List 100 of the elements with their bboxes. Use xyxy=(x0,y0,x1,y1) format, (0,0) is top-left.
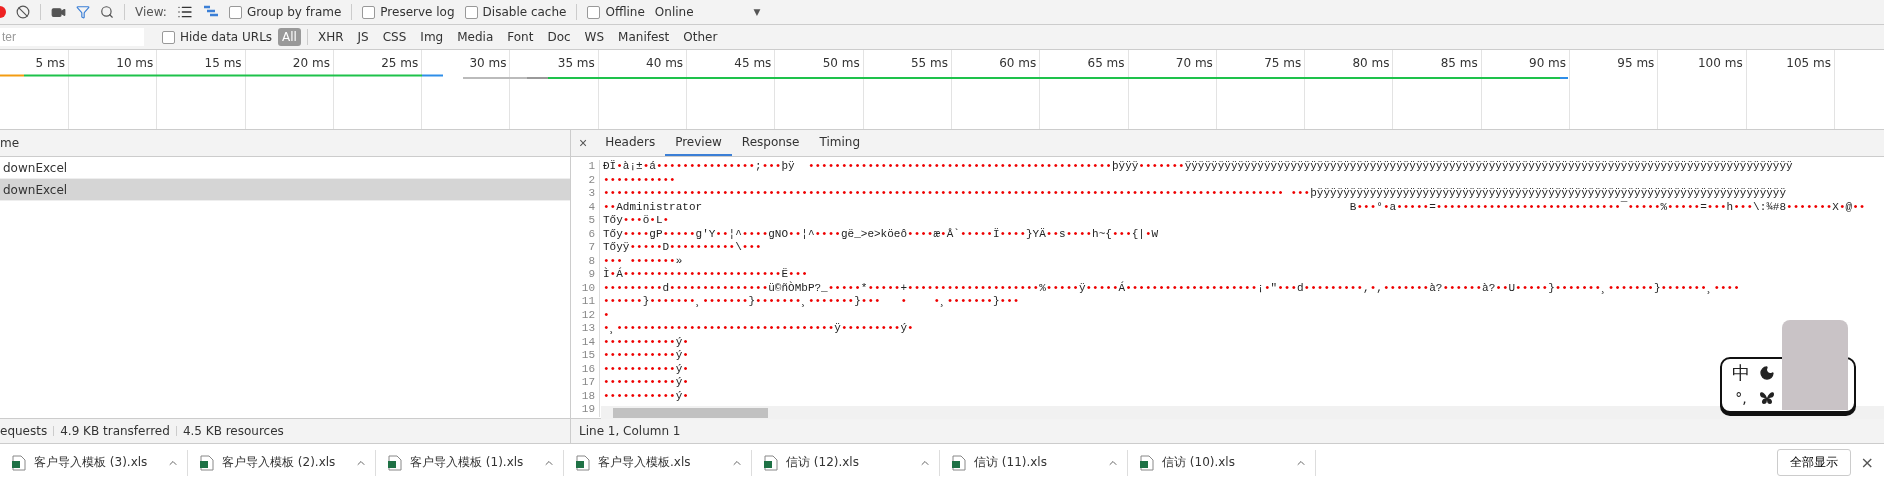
time-tick-label: 30 ms xyxy=(469,56,507,72)
dropdown-arrow[interactable]: ▼ xyxy=(753,7,761,17)
type-filter-button[interactable]: WS xyxy=(580,28,609,46)
punctuation-mode-label[interactable]: °, xyxy=(1735,390,1747,406)
type-filter-button[interactable]: Img xyxy=(416,28,448,46)
line-number: 18 xyxy=(571,389,600,403)
type-filter-button[interactable]: JS xyxy=(353,28,373,46)
line-number: 14 xyxy=(571,335,600,349)
line-number: 15 xyxy=(571,349,600,363)
download-item[interactable]: 客户导入模板 (3).xls xyxy=(0,449,188,476)
time-tick-label: 80 ms xyxy=(1352,56,1390,72)
clear-icon[interactable] xyxy=(16,5,30,19)
checkbox-label: Preserve log xyxy=(380,5,455,19)
close-button[interactable]: × xyxy=(571,135,596,151)
checkbox[interactable] xyxy=(587,5,601,19)
close-button[interactable]: × xyxy=(1850,453,1884,472)
spreadsheet-file-icon xyxy=(576,454,590,471)
code-line: Tőyÿ•••••D••••••••••\••• xyxy=(603,241,762,255)
checkbox[interactable] xyxy=(464,5,478,19)
download-item[interactable]: 客户导入模板 (2).xls xyxy=(188,449,376,476)
code-line: Ì•Á••••••••••••••••••••••••Ë••• xyxy=(603,268,808,281)
filter-icon[interactable] xyxy=(76,5,90,19)
checkbox-label: Hide data URLs xyxy=(180,30,273,44)
type-filter-button[interactable]: CSS xyxy=(378,28,411,46)
download-item[interactable]: 信访 (11).xls xyxy=(940,449,1128,476)
download-item[interactable]: 信访 (12).xls xyxy=(752,449,940,476)
line-number: 2 xyxy=(571,173,600,187)
download-item[interactable]: 信访 (10).xls xyxy=(1128,449,1316,476)
time-tick-label: 15 ms xyxy=(204,56,242,72)
code-line: •••••••••••ý• xyxy=(603,389,689,403)
checkbox[interactable] xyxy=(228,5,242,19)
spreadsheet-file-icon xyxy=(12,454,26,471)
code-line: •••••••••••ý• xyxy=(603,376,689,390)
spreadsheet-file-icon xyxy=(1140,454,1154,471)
line-number: 10 xyxy=(571,281,600,295)
file-name: 信访 (11).xls xyxy=(974,454,1047,471)
line-number: 5 xyxy=(571,214,600,228)
code-line: •••••••••d•••••••••••••••ü©ñÒMbP?_•••••*•••••+••••••••••••••••••••%•••••ÿ•••••Á••••••••••••••••••••¡•"•••d•••••••••,•,•••••••à?••••••à?••U•••••}•••••••¸•••••••}•••••••¸•••• xyxy=(603,281,1740,295)
list-view-icon[interactable] xyxy=(176,4,193,20)
checkbox[interactable] xyxy=(362,5,376,19)
line-number: 13 xyxy=(571,322,600,336)
time-tick-label: 75 ms xyxy=(1264,56,1302,72)
detail-tab[interactable]: Timing xyxy=(809,130,871,156)
request-count: equests xyxy=(0,424,48,438)
time-tick-label: 5 ms xyxy=(35,56,65,72)
checkbox[interactable] xyxy=(162,30,175,44)
view-label: View: xyxy=(135,5,167,19)
line-number: 4 xyxy=(571,200,600,214)
checkbox-label: Group by frame xyxy=(246,5,342,19)
file-name: 客户导入模板 (3).xls xyxy=(34,454,148,471)
spreadsheet-file-icon xyxy=(200,454,214,471)
show-all-button[interactable]: 全部显示 xyxy=(1776,449,1851,476)
detail-tab[interactable]: Preview xyxy=(665,130,732,156)
type-filter-button[interactable]: Doc xyxy=(543,28,575,46)
line-number: 19 xyxy=(571,403,600,417)
time-tick-label: 70 ms xyxy=(1175,56,1213,72)
time-tick-label: 100 ms xyxy=(1697,56,1743,72)
download-item[interactable]: 客户导入模板 (1).xls xyxy=(376,449,564,476)
time-tick-label: 85 ms xyxy=(1440,56,1478,72)
time-tick-label: 25 ms xyxy=(381,56,419,72)
code-line: •••••••••••ý• xyxy=(603,362,689,376)
request-row[interactable]: downExcel xyxy=(0,179,570,201)
line-number: 7 xyxy=(571,241,600,255)
code-line: •••••••••••ý• xyxy=(603,349,689,363)
moon-icon[interactable] xyxy=(1759,365,1775,381)
detail-tab[interactable]: Response xyxy=(731,130,810,156)
detail-tab[interactable]: Headers xyxy=(595,130,666,156)
throttle-value[interactable]: Online xyxy=(654,5,694,19)
code-line: ••Administrator B•••°•a•••••=••••••••••••••••••••••••••••¯•••••%•••••=•••h•••\:¾#8•••••••X•@•• xyxy=(603,200,1866,214)
time-tick-label: 95 ms xyxy=(1617,56,1655,72)
download-item[interactable]: 客户导入模板.xls xyxy=(564,449,752,476)
code-line: ••• •••••••» xyxy=(603,254,683,267)
file-name: 客户导入模板.xls xyxy=(598,454,691,471)
cursor-position: Line 1, Column 1 xyxy=(579,424,681,438)
spreadsheet-file-icon xyxy=(388,454,402,471)
search-icon[interactable] xyxy=(100,5,114,19)
file-name: 客户导入模板 (2).xls xyxy=(222,454,336,471)
input-mode-label[interactable]: 中 xyxy=(1732,361,1750,385)
checkbox-label: Offline xyxy=(605,5,645,19)
type-filter-button[interactable]: Manifest xyxy=(614,28,674,46)
type-filter-button[interactable]: Media xyxy=(453,28,498,46)
type-filter-button[interactable]: Other xyxy=(679,28,722,46)
waterfall-view-icon[interactable] xyxy=(202,5,219,19)
code-line: • xyxy=(603,308,610,322)
spreadsheet-file-icon xyxy=(952,454,966,471)
line-number: 6 xyxy=(571,227,600,241)
type-filter-button[interactable]: XHR xyxy=(313,28,348,46)
line-number: 1 xyxy=(571,160,600,174)
time-tick-label: 105 ms xyxy=(1786,56,1831,72)
name-column-header[interactable]: me xyxy=(0,136,20,150)
time-tick-label: 50 ms xyxy=(822,56,860,72)
horizontal-scrollbar[interactable] xyxy=(601,406,1884,419)
checkbox-label: Disable cache xyxy=(482,5,567,19)
time-tick-label: 90 ms xyxy=(1529,56,1567,72)
type-filter-button[interactable]: Font xyxy=(503,28,538,46)
filter-field[interactable]: ter xyxy=(0,28,144,46)
status-text: 4.9 KB transferred xyxy=(60,424,170,438)
code-line: •¸•••••••••••••••••••••••••••••••••ÿ•••••••••ý• xyxy=(603,322,914,336)
line-number: 16 xyxy=(571,362,600,376)
code-line: ••••••}•••••••¸•••••••}•••••••¸•••••••}••• • •¸•••••••}••• xyxy=(603,295,1020,309)
